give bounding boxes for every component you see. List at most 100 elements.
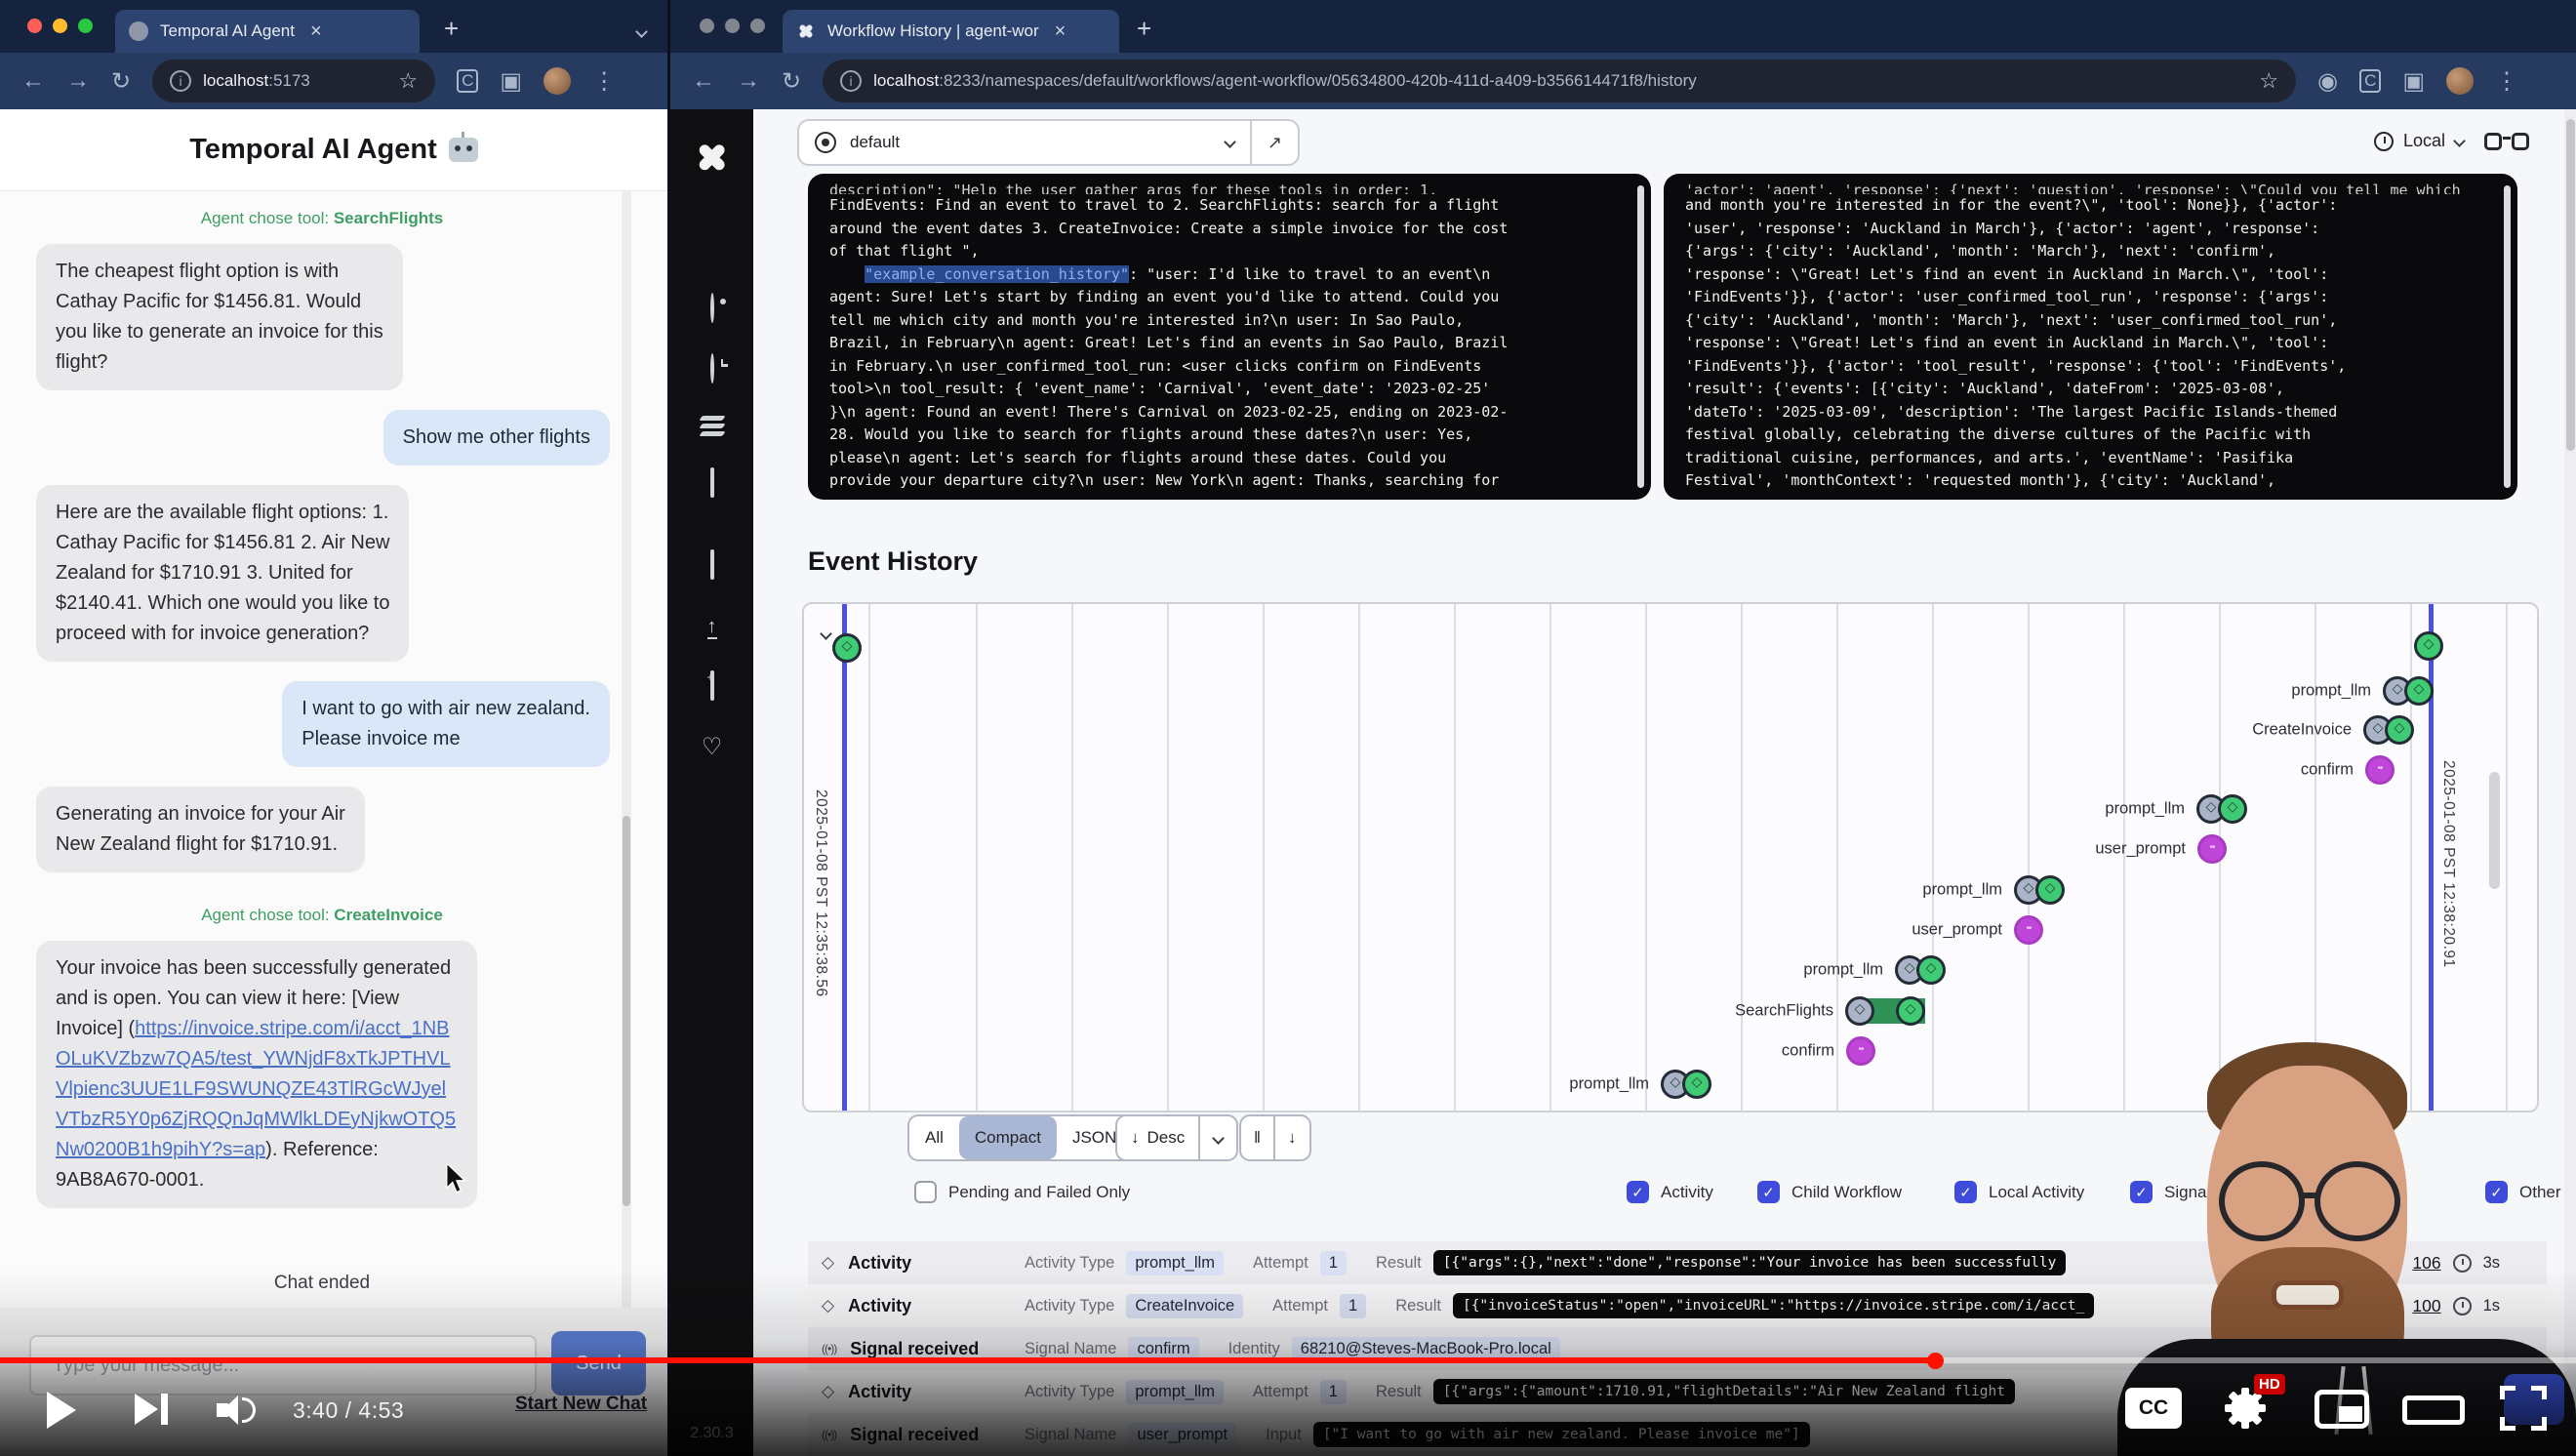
refresh-icon[interactable]: ↻	[782, 67, 801, 96]
feedback-heart-icon[interactable]: ♡	[702, 733, 723, 761]
miniplayer-icon[interactable]	[2314, 1390, 2369, 1429]
workflows-eye-icon[interactable]	[710, 295, 714, 322]
scrollbar-thumb[interactable]	[2566, 119, 2575, 451]
tab-search-chevron[interactable]	[637, 23, 646, 41]
theater-mode-icon[interactable]	[2402, 1395, 2465, 1425]
captions-button[interactable]: CC	[2125, 1388, 2182, 1429]
site-info-icon[interactable]: i	[170, 70, 191, 92]
filter-checkbox-child-workflow[interactable]: ✓Child Workflow	[1757, 1181, 1902, 1203]
activity-scheduled-marker[interactable]	[1845, 996, 1874, 1026]
tab-temporal-ai-agent[interactable]: Temporal AI Agent ×	[115, 10, 420, 53]
signal-marker[interactable]	[2365, 755, 2395, 785]
back-icon[interactable]: ←	[21, 67, 45, 95]
checkbox[interactable]: ✓	[1627, 1181, 1649, 1203]
field-value-code[interactable]: [{"args":{},"next":"done","response":"Yo…	[1433, 1250, 2067, 1275]
close-window-button[interactable]	[27, 19, 42, 33]
temporal-logo-icon[interactable]	[683, 128, 741, 185]
next-icon[interactable]	[135, 1394, 168, 1430]
extension-ci-icon[interactable]: C	[457, 69, 478, 93]
minimize-window-button[interactable]	[725, 19, 740, 33]
zoom-window-button[interactable]	[750, 19, 765, 33]
traffic-lights[interactable]	[27, 19, 93, 33]
workflow-start-marker[interactable]	[832, 633, 862, 663]
chat-scrollbar[interactable]	[622, 191, 631, 1308]
site-info-icon[interactable]: i	[840, 70, 862, 92]
code-scrollbar[interactable]	[1637, 185, 1644, 488]
new-tab-button[interactable]: +	[1137, 14, 1151, 44]
timeline-scrollbar-thumb[interactable]	[2489, 772, 2500, 889]
batch-layers-icon[interactable]	[701, 416, 724, 436]
reader-glasses-icon[interactable]	[2484, 133, 2529, 154]
refresh-icon[interactable]: ↻	[111, 67, 131, 96]
external-link-icon[interactable]: ↗	[1250, 121, 1298, 164]
address-bar[interactable]: i localhost:8233/namespaces/default/work…	[823, 60, 2296, 102]
shield-icon[interactable]: ◉	[2317, 67, 2338, 96]
tab-workflow-history[interactable]: Workflow History | agent-wor ×	[783, 10, 1119, 53]
sort-chevron[interactable]	[1198, 1116, 1236, 1159]
pending-failed-checkbox[interactable]: Pending and Failed Only	[914, 1181, 1130, 1203]
activity-completed-marker[interactable]	[1916, 955, 1946, 985]
signal-marker[interactable]	[2197, 834, 2227, 864]
sort-control[interactable]: ↓Desc	[1115, 1114, 1238, 1161]
docs-book-icon[interactable]	[710, 672, 714, 700]
progress-scrubber[interactable]	[1927, 1353, 1944, 1369]
view-mode-all[interactable]: All	[909, 1116, 959, 1159]
minimize-window-button[interactable]	[53, 19, 67, 33]
code-panel-input[interactable]: description": "Help the user gather args…	[808, 174, 1651, 500]
address-bar[interactable]: i localhost:5173 ☆	[152, 60, 435, 102]
close-tab-icon[interactable]: ×	[1055, 20, 1067, 43]
workflow-end-marker[interactable]	[2414, 631, 2443, 661]
activity-completed-marker[interactable]	[1896, 996, 1925, 1026]
checkbox[interactable]: ✓	[1757, 1181, 1780, 1203]
forward-icon[interactable]: →	[66, 67, 90, 95]
volume-icon[interactable]	[217, 1395, 260, 1427]
back-icon[interactable]: ←	[692, 67, 715, 95]
filter-checkbox-activity[interactable]: ✓Activity	[1627, 1181, 1713, 1203]
puzzle-extensions-icon[interactable]: ▣	[2402, 67, 2425, 96]
signal-marker[interactable]	[2014, 915, 2043, 945]
code-panel-result[interactable]: 'actor': 'agent', 'response': {'next': '…	[1664, 174, 2517, 500]
forward-icon[interactable]: →	[737, 67, 760, 95]
video-progress-bar[interactable]	[0, 1357, 2576, 1363]
filter-checkbox-local-activity[interactable]: ✓Local Activity	[1954, 1181, 2084, 1203]
close-window-button[interactable]	[700, 19, 714, 33]
collapse-chevron-icon[interactable]	[822, 626, 830, 643]
activity-completed-marker[interactable]	[2385, 715, 2414, 745]
pause-button[interactable]: ‖	[1241, 1116, 1273, 1159]
settings-gear-icon[interactable]	[2227, 1390, 2264, 1427]
chevron-down-icon[interactable]	[1226, 134, 1234, 151]
namespaces-cube-icon[interactable]	[710, 551, 714, 579]
timezone-selector[interactable]: Local	[2374, 131, 2464, 151]
kebab-menu-icon[interactable]: ⋮	[2495, 67, 2518, 96]
extension-ci-icon[interactable]: C	[2359, 69, 2381, 93]
activity-completed-marker[interactable]	[2218, 794, 2247, 824]
zoom-window-button[interactable]	[78, 19, 93, 33]
play-icon[interactable]	[47, 1392, 76, 1429]
field-value-code[interactable]: [{"invoiceStatus":"open","invoiceURL":"h…	[1453, 1293, 2094, 1318]
profile-avatar[interactable]	[2446, 67, 2474, 95]
bookmark-star-icon[interactable]: ☆	[398, 68, 418, 94]
view-mode-compact[interactable]: Compact	[959, 1116, 1057, 1159]
kebab-menu-icon[interactable]: ⋮	[592, 67, 616, 96]
event-field: Attempt1	[1272, 1294, 1366, 1318]
namespace-selector[interactable]: default ↗	[797, 119, 1300, 166]
code-scrollbar[interactable]	[2504, 185, 2511, 488]
traffic-lights-inactive[interactable]	[700, 19, 765, 33]
profile-avatar[interactable]	[543, 67, 571, 95]
activity-completed-marker[interactable]	[1682, 1070, 1711, 1099]
scrollbar-thumb[interactable]	[623, 816, 630, 1206]
activity-completed-marker[interactable]	[2035, 875, 2065, 905]
download-button[interactable]: ↓	[1273, 1116, 1309, 1159]
puzzle-extensions-icon[interactable]: ▣	[500, 67, 522, 96]
archive-tray-icon[interactable]	[710, 469, 714, 497]
fullscreen-icon[interactable]	[2500, 1386, 2547, 1431]
bookmark-star-icon[interactable]: ☆	[2259, 68, 2278, 94]
schedules-clock-icon[interactable]	[710, 355, 714, 383]
new-tab-button[interactable]: +	[444, 14, 459, 44]
import-upload-icon[interactable]: ↑	[707, 612, 717, 639]
invoice-link[interactable]: https://invoice.stripe.com/i/acct_1NBOLu…	[56, 1018, 456, 1160]
checkbox[interactable]: ✓	[1954, 1181, 1977, 1203]
activity-completed-marker[interactable]	[2404, 676, 2434, 706]
signal-marker[interactable]	[1846, 1036, 1875, 1066]
close-tab-icon[interactable]: ×	[310, 20, 322, 43]
